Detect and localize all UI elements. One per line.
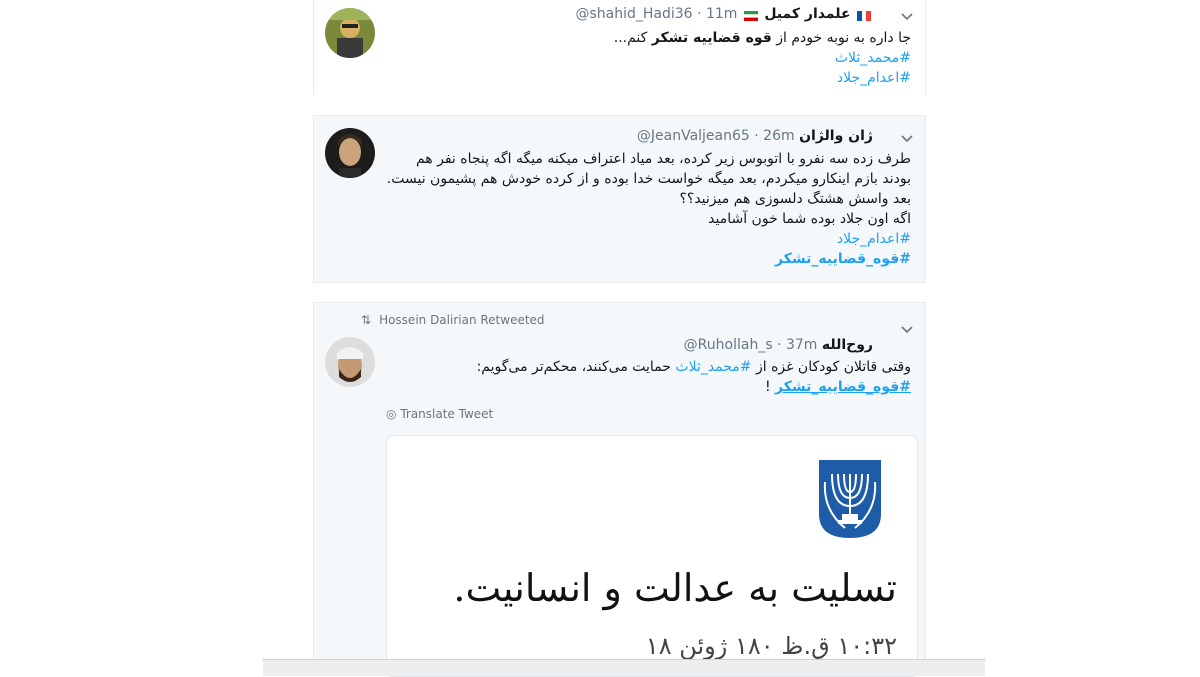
avatar[interactable] <box>325 128 375 178</box>
card-date: ۱۰:۳۲ ق.ظ ۱۸۰ ژوئن ۱۸ <box>645 632 897 660</box>
text-segment: حمایت می‌کنند، محکم‌تر می‌گویم: <box>476 359 676 375</box>
translate-label: Translate Tweet <box>400 407 494 421</box>
chevron-down-icon[interactable] <box>901 10 913 21</box>
text-segment: وقتی قاتلان کودکان غزه از <box>751 359 911 375</box>
horizontal-scrollbar[interactable] <box>263 659 985 676</box>
hashtag-link[interactable]: #اعدام_جلاد <box>614 68 911 88</box>
hashtag-link[interactable]: #محمد_ثلاث <box>675 359 751 375</box>
tweet-header: روح‌الله @Ruhollah_s · 37m <box>684 337 873 353</box>
handle[interactable]: @Ruhollah_s <box>684 337 773 353</box>
hashtag-link[interactable]: #قوه_قضاییه_تشکر <box>775 379 911 395</box>
timestamp[interactable]: · 26m <box>754 128 794 144</box>
text-bold: قوه قضاییه تشکر <box>651 30 772 46</box>
avatar[interactable] <box>325 8 375 58</box>
text-line: طرف زده سه نفرو با اتوبوس زیر کرده، بعد … <box>415 151 911 167</box>
hashtag-link[interactable]: #محمد_ثلاث <box>614 48 911 68</box>
hashtag-link[interactable]: #قوه_قضاییه_تشکر <box>387 249 911 269</box>
globe-icon: ◎ <box>386 407 397 421</box>
handle[interactable]: @shahid_Hadi36 <box>576 6 693 22</box>
retweet-context: ⇅ Hossein Dalirian Retweeted <box>361 313 545 327</box>
display-name[interactable]: روح‌الله <box>822 337 873 353</box>
tweet-header: ژان والژان @JeanValjean65 · 26m <box>637 128 873 144</box>
tweet-text: وقتی قاتلان کودکان غزه از #محمد_ثلاث حما… <box>477 357 911 397</box>
text-line: اگه اون جلاد بوده شما خون آشامید <box>708 211 911 227</box>
retweet-icon: ⇅ <box>361 313 372 327</box>
tweet-header: علمدار کمیل @shahid_Hadi36 · 11m <box>576 6 874 22</box>
text-line: بودند بازم اینکارو میکردم، بعد میگه خواس… <box>386 171 911 187</box>
text-segment: ! <box>764 379 776 395</box>
avatar[interactable] <box>325 337 375 387</box>
tweet[interactable]: علمدار کمیل @shahid_Hadi36 · 11m جا داره… <box>313 0 926 95</box>
chevron-down-icon[interactable] <box>901 323 913 334</box>
emblem-icon <box>817 458 883 540</box>
retweeted-by[interactable]: Hossein Dalirian Retweeted <box>379 313 544 327</box>
timestamp[interactable]: · 11m <box>697 6 737 22</box>
text-line: بعد واسش هشتگ دلسوزی هم میزنید؟؟ <box>679 191 911 207</box>
tweet[interactable]: ⇅ Hossein Dalirian Retweeted روح‌الله @Ru… <box>313 302 926 677</box>
hashtag-link[interactable]: #اعدام_جلاد <box>387 229 911 249</box>
text-segment: کنم... <box>613 30 652 46</box>
tweet-text: جا داره به نوبه خودم از قوه قضاییه تشکر … <box>614 28 911 88</box>
display-name[interactable]: علمدار کمیل <box>764 6 850 22</box>
timeline: علمدار کمیل @shahid_Hadi36 · 11m جا داره… <box>313 0 926 677</box>
translate-tweet-link[interactable]: ◎ Translate Tweet <box>386 407 493 421</box>
card-headline: تسلیت به عدالت و انسانیت. <box>453 566 897 610</box>
iran-flag-icon <box>743 9 758 21</box>
text-segment: جا داره به نوبه خودم از <box>771 30 911 46</box>
timestamp[interactable]: · 37m <box>777 337 817 353</box>
tweet-text: طرف زده سه نفرو با اتوبوس زیر کرده، بعد … <box>387 149 911 269</box>
france-flag-icon <box>857 9 871 21</box>
display-name[interactable]: ژان والژان <box>799 128 873 144</box>
chevron-down-icon[interactable] <box>901 132 913 143</box>
handle[interactable]: @JeanValjean65 <box>637 128 750 144</box>
tweet[interactable]: ژان والژان @JeanValjean65 · 26m طرف زده … <box>313 115 926 283</box>
media-card[interactable]: تسلیت به عدالت و انسانیت. ۱۰:۳۲ ق.ظ ۱۸۰ … <box>386 435 918 677</box>
